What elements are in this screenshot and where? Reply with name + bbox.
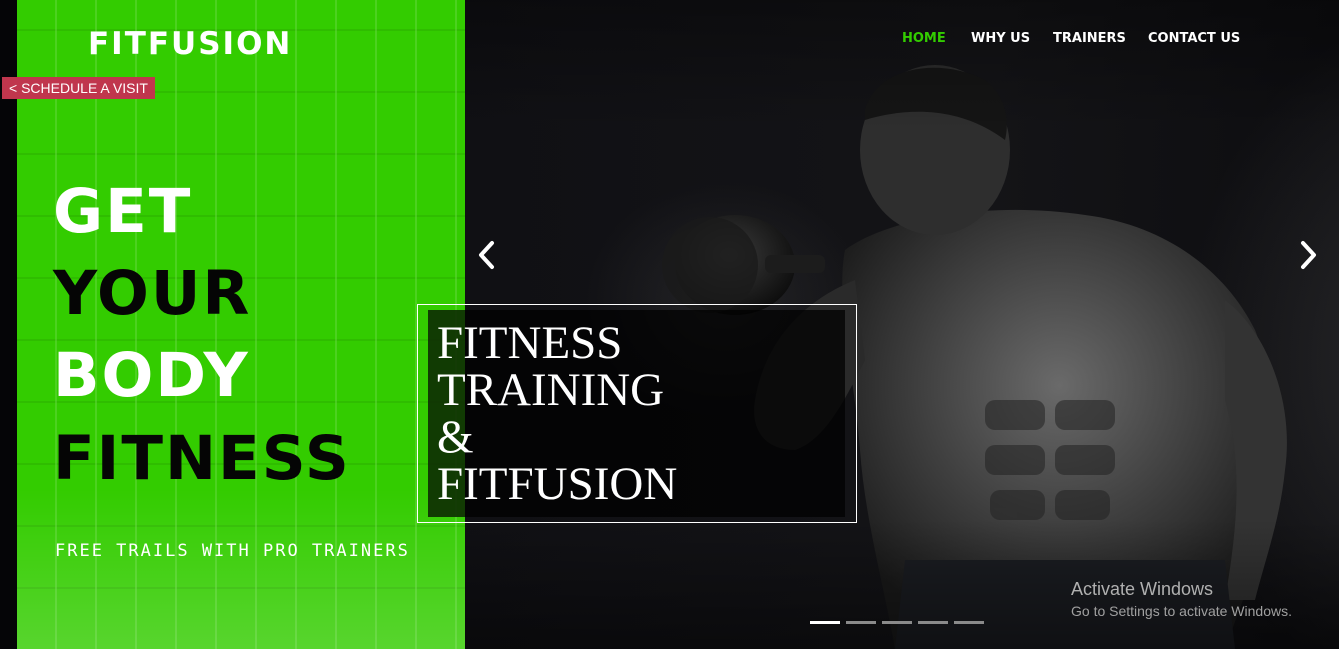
- feature-line-1: FITNESS: [437, 317, 623, 369]
- hero-tagline: FREE TRAILS WITH PRO TRAINERS: [55, 541, 410, 561]
- watermark-subtitle: Go to Settings to activate Windows.: [1071, 603, 1292, 619]
- brand-logo[interactable]: FITFUSION: [88, 26, 292, 62]
- nav-trainers[interactable]: TRAINERS: [1053, 31, 1126, 46]
- carousel-prev-button[interactable]: [473, 238, 501, 272]
- nav-home[interactable]: HOME: [902, 31, 946, 46]
- headline-line-2: YOUR: [53, 258, 252, 329]
- feature-text: FITNESS TRAINING & FITFUSION: [437, 320, 837, 508]
- windows-activation-watermark: Activate Windows Go to Settings to activ…: [1071, 579, 1292, 619]
- headline-line-3: BODY: [53, 340, 250, 411]
- feature-line-3: &: [437, 411, 474, 463]
- feature-line-4: FITFUSION: [437, 458, 678, 510]
- gym-floor: [17, 489, 465, 649]
- chevron-right-icon: [1301, 241, 1316, 269]
- carousel-indicator-2[interactable]: [846, 621, 876, 624]
- carousel-indicator-4[interactable]: [918, 621, 948, 624]
- carousel-indicator-3[interactable]: [882, 621, 912, 624]
- carousel-indicator-1[interactable]: [810, 621, 840, 624]
- carousel-next-button[interactable]: [1294, 238, 1322, 272]
- headline-line-1: GET: [53, 176, 193, 247]
- watermark-title: Activate Windows: [1071, 579, 1214, 599]
- carousel-indicator-5[interactable]: [954, 621, 984, 624]
- feature-line-2: TRAINING: [437, 364, 665, 416]
- chevron-left-icon: [479, 241, 494, 269]
- schedule-visit-button[interactable]: < SCHEDULE A VISIT: [2, 77, 155, 99]
- nav-why-us[interactable]: WHY US: [971, 31, 1030, 46]
- headline-line-4: FITNESS: [53, 423, 351, 494]
- nav-contact-us[interactable]: CONTACT US: [1148, 31, 1240, 46]
